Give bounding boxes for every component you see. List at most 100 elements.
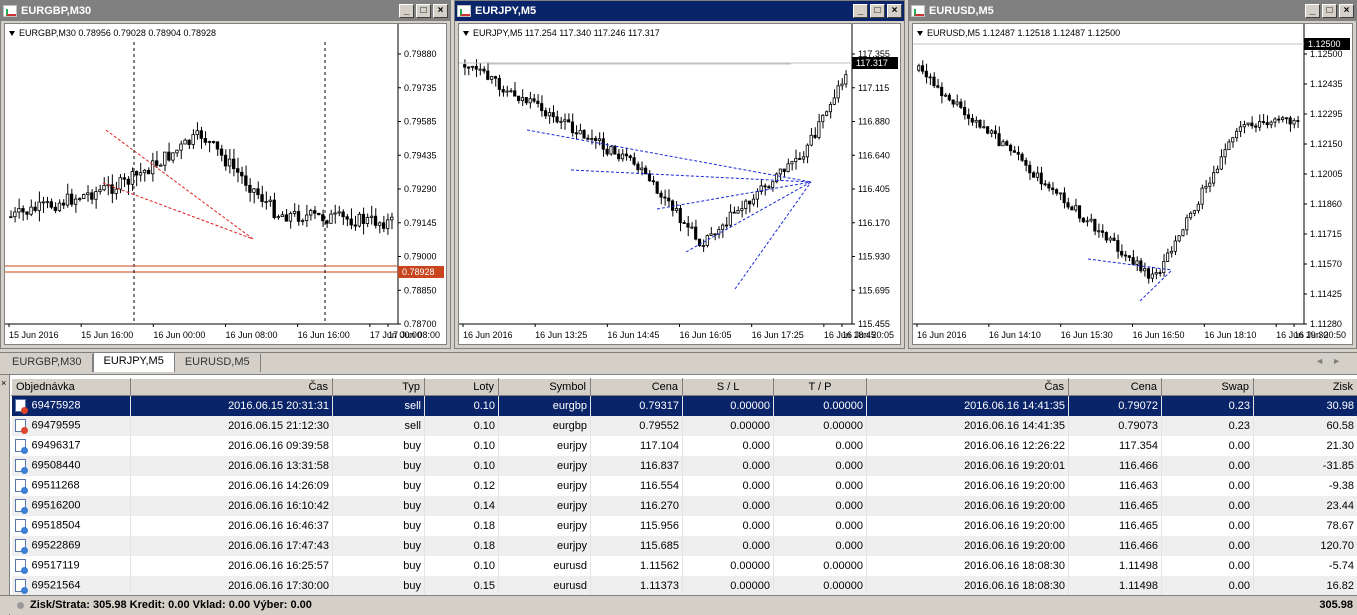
- column-header[interactable]: Symbol: [499, 379, 591, 396]
- candle-body: [188, 140, 191, 144]
- maximize-icon[interactable]: □: [870, 4, 885, 18]
- candle-body: [382, 223, 385, 229]
- order-icon: [15, 459, 26, 472]
- column-header[interactable]: Cena: [1069, 379, 1162, 396]
- chart-canvas[interactable]: 0.798800.797350.795850.794350.792900.791…: [4, 23, 447, 345]
- candle-body: [346, 217, 349, 219]
- table-cell: 2016.06.16 12:26:22: [867, 436, 1069, 456]
- candle-body: [1212, 173, 1214, 183]
- candle-body: [70, 194, 73, 204]
- chart-window-eurgbp[interactable]: EURGBP,M30 _ □ × 0.798800.797350.795850.…: [0, 0, 451, 349]
- candle-body: [78, 199, 81, 200]
- column-header[interactable]: Zisk: [1254, 379, 1357, 396]
- table-row[interactable]: 695228692016.06.16 17:47:43buy0.18eurjpy…: [12, 536, 1357, 556]
- table-row[interactable]: 694759282016.06.15 20:31:31sell0.10eurgb…: [12, 396, 1357, 416]
- tab-eurjpy[interactable]: EURJPY,M5: [93, 352, 175, 372]
- price-label: 0.79880: [404, 49, 437, 59]
- candle-body: [1120, 251, 1122, 255]
- table-cell: 0.10: [425, 456, 499, 476]
- close-icon[interactable]: ×: [1339, 4, 1354, 18]
- close-icon[interactable]: ×: [887, 4, 902, 18]
- order-id: 69516200: [32, 499, 81, 511]
- table-cell: buy: [333, 496, 425, 516]
- table-row[interactable]: 695084402016.06.16 13:31:58buy0.10eurjpy…: [12, 456, 1357, 476]
- table-row[interactable]: 694963172016.06.16 09:39:58buy0.10eurjpy…: [12, 436, 1357, 456]
- candle-body: [587, 138, 589, 139]
- window-titlebar[interactable]: EURUSD,M5 _ □ ×: [909, 1, 1356, 21]
- column-header[interactable]: Cena: [591, 379, 683, 396]
- minimize-icon[interactable]: _: [1305, 4, 1320, 18]
- tab-scroll-arrows-icon[interactable]: ◄►: [1315, 356, 1349, 366]
- time-label: 16 Jun 16:00: [298, 330, 350, 340]
- table-row[interactable]: 695215642016.06.16 17:30:00buy0.15eurusd…: [12, 576, 1357, 596]
- column-header[interactable]: Objednávka: [12, 379, 131, 396]
- table-cell: 0.000: [774, 516, 867, 536]
- chart-window-icon: [911, 5, 925, 17]
- minimize-icon[interactable]: _: [399, 4, 414, 18]
- candle-body: [521, 97, 523, 100]
- chart-canvas[interactable]: 1.125001.124351.122951.121501.120051.118…: [912, 23, 1353, 345]
- candle-body: [748, 201, 750, 204]
- tab-eurusd[interactable]: EURUSD,M5: [175, 354, 261, 372]
- time-label: 16 Jun 2016: [917, 330, 967, 340]
- candle-body: [695, 227, 697, 239]
- candle-body: [180, 144, 183, 150]
- dropdown-triangle-icon[interactable]: [917, 31, 923, 36]
- candle-body: [261, 195, 264, 202]
- chart-tabs: EURGBP,M30 EURJPY,M5 EURUSD,M5 ◄►: [0, 352, 1357, 372]
- candle-body: [1040, 173, 1042, 184]
- candle-body: [192, 135, 195, 145]
- candle-body: [281, 215, 284, 217]
- column-header[interactable]: Loty: [425, 379, 499, 396]
- table-cell: 0.000: [774, 496, 867, 516]
- candle-body: [18, 208, 21, 212]
- table-cell: buy: [333, 576, 425, 596]
- candle-body: [990, 131, 992, 133]
- candle-body: [1044, 184, 1046, 185]
- candle-body: [131, 171, 134, 184]
- column-header[interactable]: Čas: [131, 379, 333, 396]
- candle-body: [1205, 186, 1207, 188]
- column-header[interactable]: S / L: [683, 379, 774, 396]
- close-icon[interactable]: ×: [433, 4, 448, 18]
- candle-body: [925, 71, 927, 77]
- table-cell: -9.38: [1254, 476, 1357, 496]
- table-cell: 0.00000: [683, 576, 774, 596]
- window-titlebar[interactable]: EURJPY,M5 _ □ ×: [455, 1, 904, 21]
- chart-canvas[interactable]: 117.355117.115116.880116.640116.405116.1…: [458, 23, 901, 345]
- table-row[interactable]: 695162002016.06.16 16:10:42buy0.14eurjpy…: [12, 496, 1357, 516]
- order-id: 69496317: [32, 439, 81, 451]
- table-row[interactable]: 695112682016.06.16 14:26:09buy0.12eurjpy…: [12, 476, 1357, 496]
- minimize-icon[interactable]: _: [853, 4, 868, 18]
- column-header[interactable]: T / P: [774, 379, 867, 396]
- table-cell: 0.000: [774, 456, 867, 476]
- table-row[interactable]: 695185042016.06.16 16:46:37buy0.18eurjpy…: [12, 516, 1357, 536]
- candle-body: [220, 149, 223, 155]
- candle-body: [241, 172, 244, 176]
- table-row[interactable]: 695171192016.06.16 16:25:57buy0.10eurusd…: [12, 556, 1357, 576]
- tab-eurgbp[interactable]: EURGBP,M30: [2, 354, 93, 372]
- candle-body: [525, 97, 527, 102]
- chart-window-eurusd[interactable]: EURUSD,M5 _ □ × 1.125001.124351.122951.1…: [908, 0, 1357, 349]
- window-titlebar[interactable]: EURGBP,M30 _ □ ×: [1, 1, 450, 21]
- candle-body: [637, 164, 639, 170]
- table-row[interactable]: 694795952016.06.15 21:12:30sell0.10eurgb…: [12, 416, 1357, 436]
- dropdown-triangle-icon[interactable]: [463, 31, 469, 36]
- order-id: 69522869: [32, 539, 81, 551]
- candle-body: [710, 234, 712, 236]
- maximize-icon[interactable]: □: [1322, 4, 1337, 18]
- candle-body: [151, 161, 154, 174]
- column-header[interactable]: Swap: [1162, 379, 1254, 396]
- current-price-label: 0.78928: [402, 267, 435, 277]
- candle-body: [127, 179, 130, 184]
- maximize-icon[interactable]: □: [416, 4, 431, 18]
- dropdown-triangle-icon[interactable]: [9, 31, 15, 36]
- column-header[interactable]: Čas: [867, 379, 1069, 396]
- price-label: 0.79290: [404, 184, 437, 194]
- chart-window-eurjpy[interactable]: EURJPY,M5 _ □ × 117.355117.115116.880116…: [454, 0, 905, 349]
- candle-body: [1170, 251, 1172, 253]
- table-cell: 2016.06.16 18:08:30: [867, 556, 1069, 576]
- close-icon[interactable]: ×: [1, 378, 6, 388]
- column-header[interactable]: Typ: [333, 379, 425, 396]
- candle-body: [91, 193, 94, 199]
